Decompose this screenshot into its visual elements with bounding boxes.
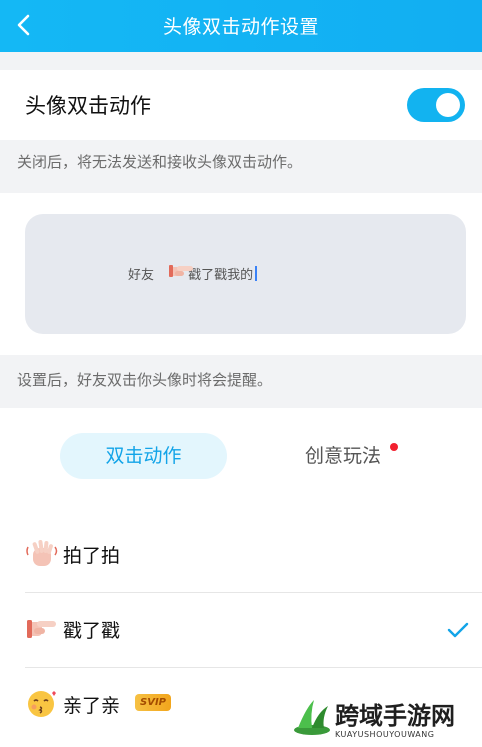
svip-badge: SVIP xyxy=(135,694,171,711)
toggle-label: 头像双击动作 xyxy=(25,94,151,118)
preview-panel: 好友 戳了戳我的 xyxy=(0,193,482,355)
tab-double-click-action[interactable]: 双击动作 xyxy=(60,433,227,479)
set-hint: 设置后，好友双击你头像时将会提醒。 xyxy=(17,371,273,389)
page-title: 头像双击动作设置 xyxy=(162,16,319,38)
notification-dot xyxy=(390,443,398,451)
preview-message: 好友 戳了戳我的 xyxy=(128,264,258,283)
watermark: 跨域手游网 KUAYUSHOUYOUWANG xyxy=(290,688,482,747)
checkmark-icon xyxy=(447,622,469,638)
action-label: 戳了戳 xyxy=(63,620,121,642)
text-caret xyxy=(255,266,258,281)
preview-box: 好友 戳了戳我的 xyxy=(25,214,466,334)
watermark-title: 跨域手游网 xyxy=(335,702,455,730)
pointing-hand-icon xyxy=(27,620,56,638)
disable-hint: 关闭后，将无法发送和接收头像双击动作。 xyxy=(17,153,303,171)
action-item-pat[interactable]: 拍了拍 xyxy=(25,518,482,592)
tab-creative-play[interactable]: 创意玩法 xyxy=(305,441,381,468)
action-label: 拍了拍 xyxy=(63,545,121,567)
waving-hand-icon xyxy=(26,540,58,566)
action-label: 亲了亲 xyxy=(63,695,121,717)
kissing-face-icon xyxy=(28,691,56,717)
watermark-subtitle: KUAYUSHOUYOUWANG xyxy=(335,730,435,739)
pointing-hand-icon xyxy=(169,265,193,277)
double-click-toggle[interactable] xyxy=(407,88,465,122)
action-item-poke[interactable]: 戳了戳 xyxy=(25,593,482,667)
preview-suffix: 戳了戳我的 xyxy=(188,268,254,283)
site-logo-icon xyxy=(294,700,330,735)
top-bar: 头像双击动作设置 xyxy=(0,0,482,52)
preview-prefix: 好友 xyxy=(128,268,155,283)
